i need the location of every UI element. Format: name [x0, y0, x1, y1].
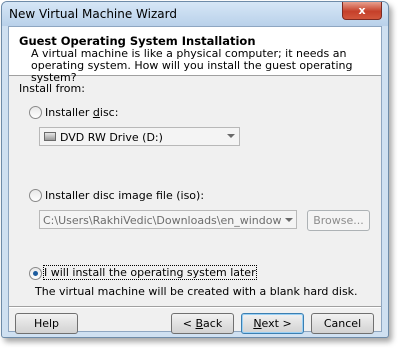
back-button[interactable]: < Back — [171, 313, 234, 334]
button-separator — [9, 306, 381, 308]
close-icon: x — [358, 4, 366, 17]
iso-chevron-down-icon — [285, 218, 293, 222]
install-later-label[interactable]: I will install the operating system late… — [43, 265, 257, 280]
install-later-radio[interactable] — [29, 267, 42, 280]
title-bar: New Virtual Machine Wizard x — [2, 2, 388, 26]
page-description: A virtual machine is like a physical com… — [31, 47, 353, 84]
install-later-note: The virtual machine will be created with… — [35, 285, 358, 298]
drive-select[interactable]: DVD RW Drive (D:) — [39, 127, 240, 146]
iso-dropdown-button[interactable] — [282, 211, 296, 228]
page-title: Guest Operating System Installation — [19, 34, 256, 48]
chevron-down-icon — [227, 134, 235, 138]
page-header: Guest Operating System Installation A vi… — [9, 27, 381, 84]
iso-label[interactable]: Installer disc image file (iso): — [45, 189, 204, 202]
browse-button[interactable]: Browse... — [307, 210, 370, 231]
help-button[interactable]: Help — [15, 313, 78, 334]
installer-disc-radio[interactable] — [29, 106, 42, 119]
drive-select-value: DVD RW Drive (D:) — [60, 131, 163, 144]
dialog-body: Guest Operating System Installation A vi… — [8, 26, 382, 334]
iso-path-select[interactable]: C:\Users\RakhiVedic\Downloads\en_windows… — [39, 210, 297, 229]
close-button[interactable]: x — [342, 2, 382, 20]
install-from-label: Install from: — [19, 82, 85, 95]
next-button[interactable]: Next > — [241, 313, 304, 334]
iso-path-value: C:\Users\RakhiVedic\Downloads\en_windows… — [43, 214, 297, 227]
dvd-drive-icon — [44, 132, 56, 141]
wizard-window: New Virtual Machine Wizard x Guest Opera… — [1, 1, 389, 338]
iso-radio[interactable] — [29, 189, 42, 202]
installer-disc-label[interactable]: Installer disc: — [45, 106, 118, 119]
cancel-button[interactable]: Cancel — [311, 313, 374, 334]
window-title: New Virtual Machine Wizard — [9, 7, 177, 21]
